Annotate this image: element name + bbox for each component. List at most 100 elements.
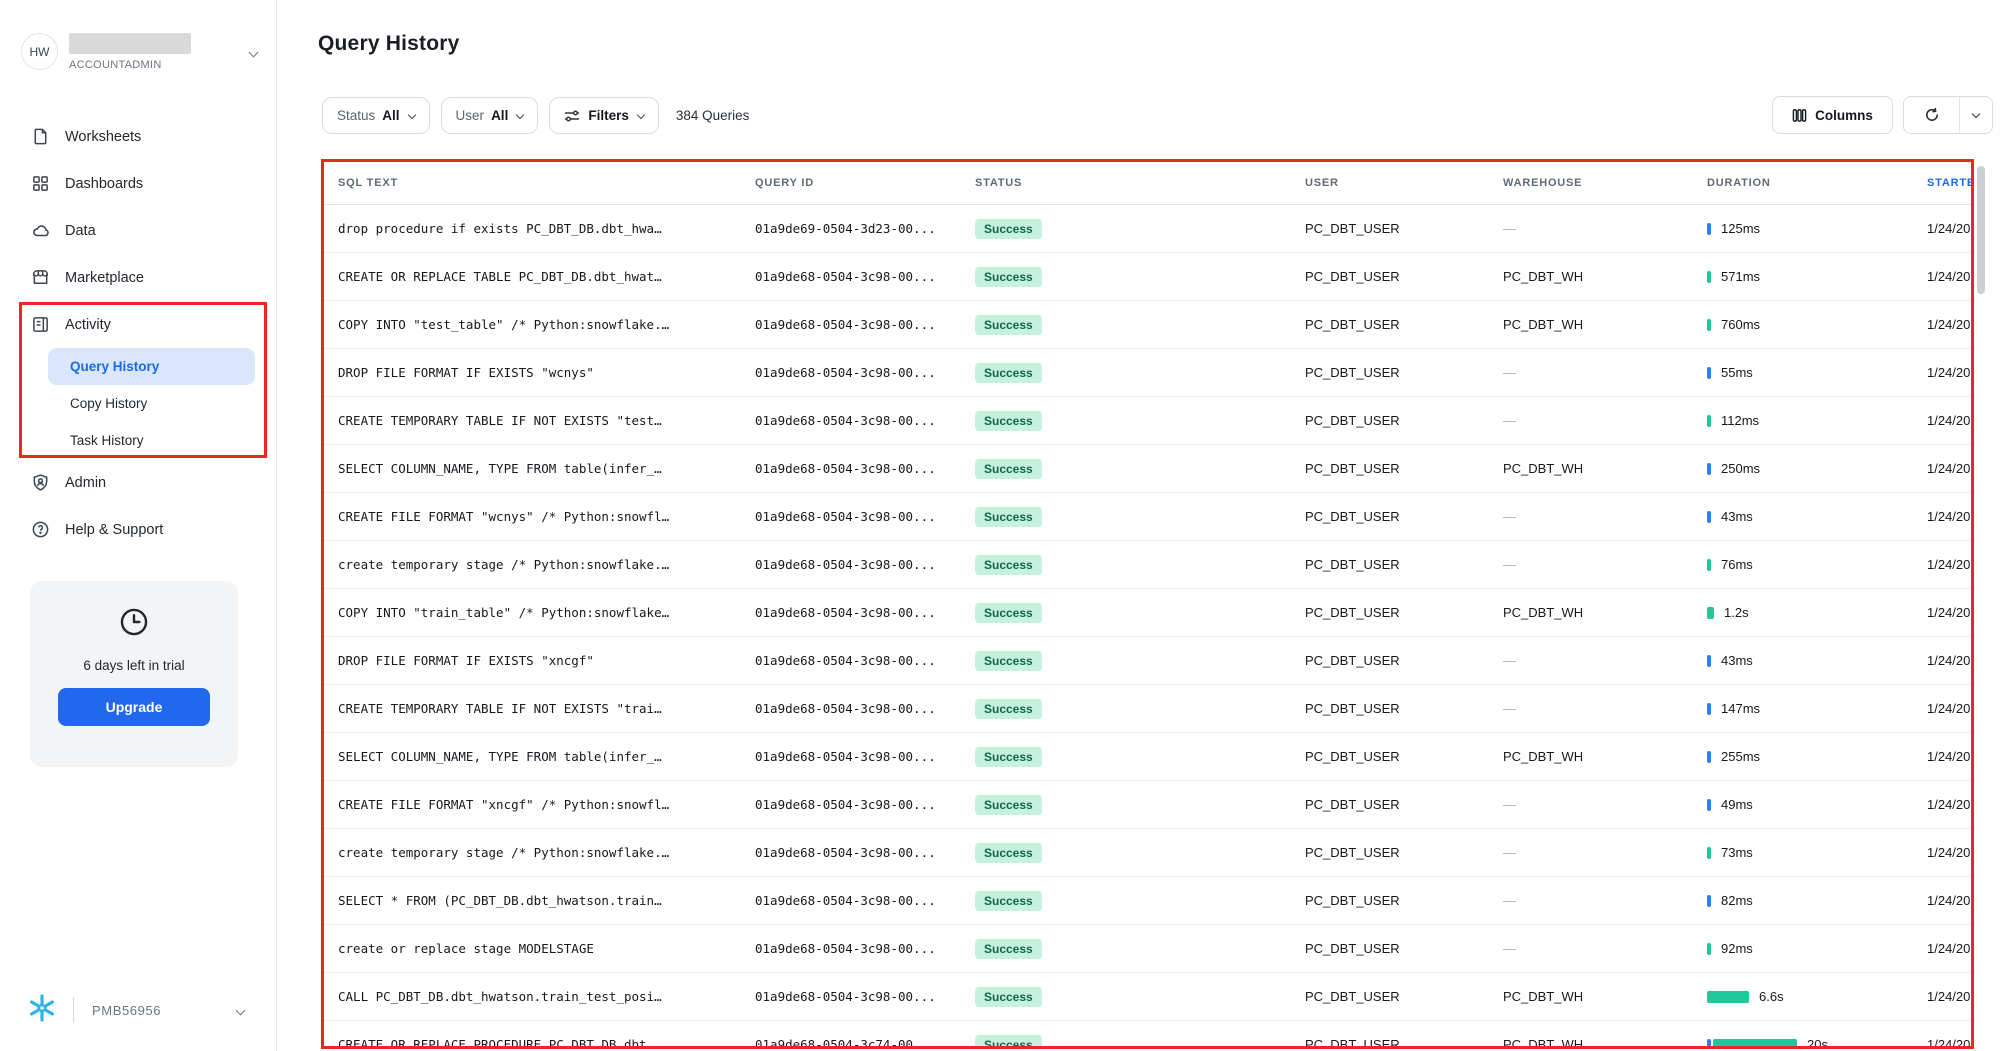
- query-id-cell: 01a9de68-0504-3c98-00...: [739, 893, 959, 908]
- sidebar-item-help-support[interactable]: Help & Support: [0, 506, 277, 553]
- columns-button[interactable]: Columns: [1772, 96, 1893, 134]
- filter-toolbar: Status All User All Filters 384 Queries: [322, 97, 749, 134]
- query-count: 384 Queries: [676, 108, 750, 123]
- status-badge: Success: [975, 315, 1042, 335]
- sidebar-item-task-history[interactable]: Task History: [48, 422, 255, 459]
- status-badge: Success: [975, 411, 1042, 431]
- duration-bar: [1707, 799, 1711, 811]
- duration-bar: [1707, 655, 1711, 667]
- sidebar-item-data[interactable]: Data: [0, 207, 277, 254]
- duration-cell: 6.6s: [1691, 989, 1911, 1004]
- table-row[interactable]: DROP FILE FORMAT IF EXISTS "xncgf"01a9de…: [322, 637, 1972, 685]
- sidebar-subitem-label: Task History: [70, 433, 144, 448]
- account-id[interactable]: PMB56956: [92, 1003, 237, 1018]
- footer-divider: [73, 997, 74, 1023]
- chevron-down-icon: [249, 48, 259, 58]
- duration-value: 1.2s: [1724, 605, 1749, 620]
- column-header-sql-text[interactable]: SQL TEXT: [322, 177, 739, 189]
- table-row[interactable]: drop procedure if exists PC_DBT_DB.dbt_h…: [322, 205, 1972, 253]
- query-id-cell: 01a9de68-0504-3c98-00...: [739, 653, 959, 668]
- table-row[interactable]: create temporary stage /* Python:snowfla…: [322, 541, 1972, 589]
- status-cell: Success: [959, 411, 1289, 431]
- table-row[interactable]: CREATE OR REPLACE PROCEDURE PC_DBT_DB.db…: [322, 1021, 1972, 1047]
- table-row[interactable]: DROP FILE FORMAT IF EXISTS "wcnys"01a9de…: [322, 349, 1972, 397]
- sidebar-item-admin[interactable]: Admin: [0, 459, 277, 506]
- status-cell: Success: [959, 843, 1289, 863]
- table-row[interactable]: CREATE FILE FORMAT "wcnys" /* Python:sno…: [322, 493, 1972, 541]
- account-switcher[interactable]: HW ACCOUNTADMIN: [21, 33, 257, 77]
- query-id-cell: 01a9de68-0504-3c98-00...: [739, 605, 959, 620]
- sql-text-cell: create temporary stage /* Python:snowfla…: [322, 845, 739, 860]
- user-cell: PC_DBT_USER: [1289, 653, 1487, 668]
- duration-bar: [1707, 367, 1711, 379]
- sql-text-cell: create or replace stage MODELSTAGE: [322, 941, 739, 956]
- sidebar-item-worksheets[interactable]: Worksheets: [0, 113, 277, 160]
- scrollbar-thumb[interactable]: [1977, 166, 1985, 294]
- status-cell: Success: [959, 315, 1289, 335]
- duration-value: 20s: [1807, 1037, 1828, 1047]
- sidebar-item-marketplace[interactable]: Marketplace: [0, 254, 277, 301]
- query-id-cell: 01a9de68-0504-3c98-00...: [739, 845, 959, 860]
- query-id-cell: 01a9de68-0504-3c98-00...: [739, 797, 959, 812]
- status-badge: Success: [975, 1035, 1042, 1048]
- filters-button[interactable]: Filters: [549, 97, 659, 134]
- status-filter[interactable]: Status All: [322, 97, 430, 134]
- duration-value: 43ms: [1721, 509, 1753, 524]
- table-row[interactable]: CREATE OR REPLACE TABLE PC_DBT_DB.dbt_hw…: [322, 253, 1972, 301]
- sidebar-item-label: Marketplace: [65, 270, 144, 286]
- status-badge: Success: [975, 939, 1042, 959]
- page-title: Query History: [318, 32, 459, 56]
- sidebar-item-label: Help & Support: [65, 522, 163, 538]
- table-row[interactable]: create or replace stage MODELSTAGE01a9de…: [322, 925, 1972, 973]
- table-row[interactable]: CREATE TEMPORARY TABLE IF NOT EXISTS "te…: [322, 397, 1972, 445]
- user-cell: PC_DBT_USER: [1289, 797, 1487, 812]
- table-row[interactable]: SELECT COLUMN_NAME, TYPE FROM table(infe…: [322, 445, 1972, 493]
- snowsight-app: HW ACCOUNTADMIN Worksheets Dashboards: [0, 0, 2000, 1051]
- duration-bar: [1707, 943, 1711, 955]
- user-cell: PC_DBT_USER: [1289, 365, 1487, 380]
- table-row[interactable]: SELECT * FROM (PC_DBT_DB.dbt_hwatson.tra…: [322, 877, 1972, 925]
- table-row[interactable]: CREATE TEMPORARY TABLE IF NOT EXISTS "tr…: [322, 685, 1972, 733]
- sidebar-item-query-history[interactable]: Query History: [48, 348, 255, 385]
- refresh-button[interactable]: [1904, 97, 1960, 133]
- status-cell: Success: [959, 795, 1289, 815]
- chevron-down-icon: [516, 110, 524, 118]
- refresh-options-button[interactable]: [1960, 97, 1992, 133]
- sidebar-item-dashboards[interactable]: Dashboards: [0, 160, 277, 207]
- query-id-cell: 01a9de68-0504-3c98-00...: [739, 509, 959, 524]
- duration-value: 55ms: [1721, 365, 1753, 380]
- column-header-status[interactable]: STATUS: [959, 177, 1289, 189]
- column-header-warehouse[interactable]: WAREHOUSE: [1487, 177, 1691, 189]
- table-row[interactable]: CALL PC_DBT_DB.dbt_hwatson.train_test_po…: [322, 973, 1972, 1021]
- table-scrollbar[interactable]: [1977, 164, 1985, 1042]
- sidebar-item-copy-history[interactable]: Copy History: [48, 385, 255, 422]
- table-row[interactable]: COPY INTO "train_table" /* Python:snowfl…: [322, 589, 1972, 637]
- sql-text-cell: COPY INTO "train_table" /* Python:snowfl…: [322, 605, 739, 620]
- table-row[interactable]: COPY INTO "test_table" /* Python:snowfla…: [322, 301, 1972, 349]
- upgrade-button[interactable]: Upgrade: [58, 688, 210, 726]
- user-cell: PC_DBT_USER: [1289, 317, 1487, 332]
- sidebar-item-activity[interactable]: Activity: [0, 301, 277, 348]
- column-header-duration[interactable]: DURATION: [1691, 177, 1911, 189]
- duration-value: 760ms: [1721, 317, 1760, 332]
- duration-bar: [1707, 415, 1711, 427]
- column-header-started[interactable]: STARTED: [1911, 177, 1972, 189]
- admin-icon: [30, 472, 51, 493]
- chevron-down-icon[interactable]: [236, 1005, 246, 1015]
- duration-value: 43ms: [1721, 653, 1753, 668]
- status-badge: Success: [975, 843, 1042, 863]
- table-row[interactable]: create temporary stage /* Python:snowfla…: [322, 829, 1972, 877]
- table-row[interactable]: SELECT COLUMN_NAME, TYPE FROM table(infe…: [322, 733, 1972, 781]
- query-id-cell: 01a9de68-0504-3c98-00...: [739, 317, 959, 332]
- column-header-query-id[interactable]: QUERY ID: [739, 177, 959, 189]
- table-header-row: SQL TEXTQUERY IDSTATUSUSERWAREHOUSEDURAT…: [322, 161, 1972, 205]
- table-row[interactable]: CREATE FILE FORMAT "xncgf" /* Python:sno…: [322, 781, 1972, 829]
- user-cell: PC_DBT_USER: [1289, 893, 1487, 908]
- duration-bar: [1707, 895, 1711, 907]
- user-filter[interactable]: User All: [441, 97, 539, 134]
- worksheets-icon: [30, 126, 51, 147]
- started-cell: 1/24/20: [1911, 749, 1972, 764]
- column-header-user[interactable]: USER: [1289, 177, 1487, 189]
- sql-text-cell: SELECT * FROM (PC_DBT_DB.dbt_hwatson.tra…: [322, 893, 739, 908]
- avatar: HW: [21, 33, 58, 70]
